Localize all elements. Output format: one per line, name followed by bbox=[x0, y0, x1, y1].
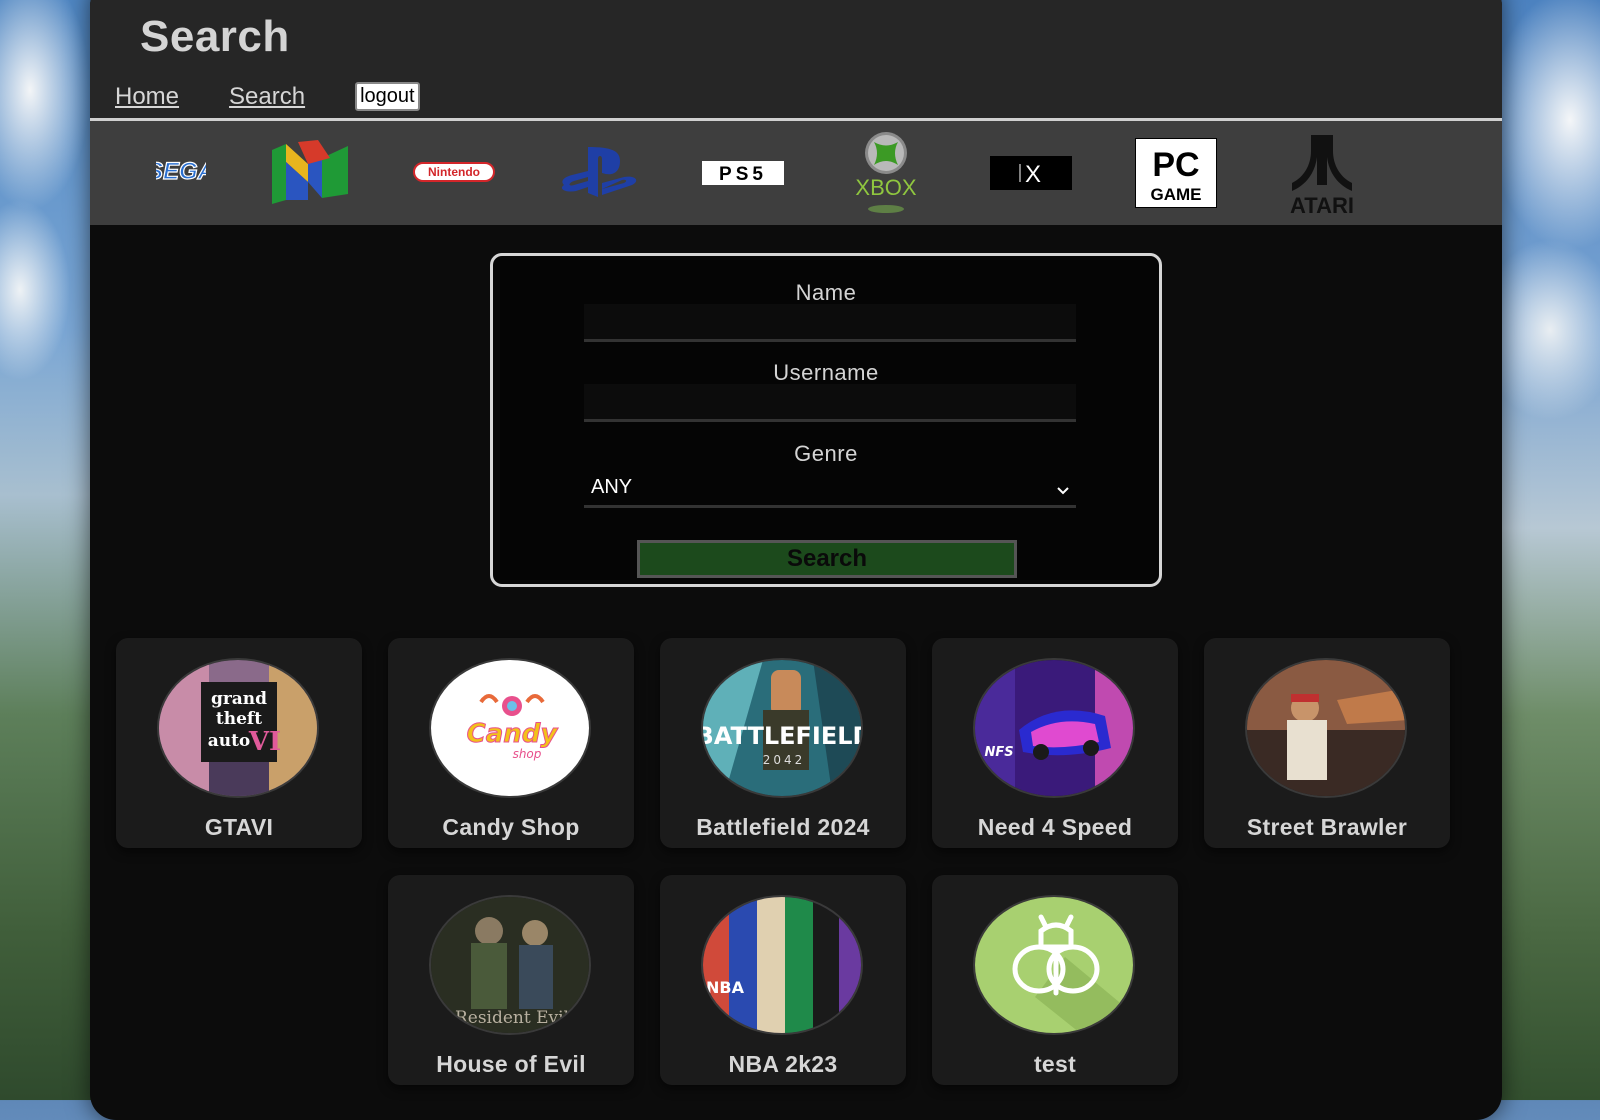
game-thumbnail-need-4-speed: NFS bbox=[973, 658, 1135, 798]
pc-game-logo-text-top: PC bbox=[1152, 146, 1199, 184]
svg-text:auto: auto bbox=[208, 731, 251, 751]
sega-logo-text: SEGA bbox=[156, 158, 206, 185]
game-card-street-brawler[interactable]: Street Brawler bbox=[1204, 638, 1450, 848]
xbox-series-x-logo-icon[interactable]: X bbox=[990, 156, 1072, 190]
genre-selected-value: ANY bbox=[591, 476, 633, 498]
page-title: Search bbox=[140, 12, 290, 61]
game-thumbnail-house-of-evil: Resident Evil bbox=[429, 895, 591, 1035]
svg-text:Candy: Candy bbox=[467, 719, 559, 749]
svg-text:BATTLEFIELD: BATTLEFIELD bbox=[703, 722, 863, 750]
nintendo-logo-text: Nintendo bbox=[428, 165, 480, 179]
genre-select[interactable]: ANY bbox=[584, 468, 1076, 508]
svg-text:grand: grand bbox=[211, 689, 267, 709]
game-card-house-of-evil[interactable]: Resident Evil House of Evil bbox=[388, 875, 634, 1085]
xbox-logo-icon[interactable]: XBOX bbox=[844, 129, 928, 217]
name-input[interactable] bbox=[584, 304, 1076, 342]
pc-game-logo-icon[interactable]: PC GAME bbox=[1135, 138, 1217, 208]
game-thumbnail-street-brawler bbox=[1245, 658, 1407, 798]
search-form-card: Name Username Genre ANY Search bbox=[490, 253, 1162, 587]
game-thumbnail-test bbox=[973, 895, 1135, 1035]
atari-logo-icon[interactable]: ATARI bbox=[1280, 133, 1364, 217]
xbox-series-x-logo-text: X bbox=[1025, 161, 1041, 188]
background-landscape-left bbox=[0, 0, 96, 1100]
ps5-logo-icon[interactable]: PS5 bbox=[702, 161, 784, 185]
sega-logo-icon[interactable]: SEGA bbox=[156, 156, 206, 186]
game-title: test bbox=[1033, 1051, 1077, 1077]
game-title: Street Brawler bbox=[1246, 814, 1408, 840]
svg-text:theft: theft bbox=[216, 709, 262, 729]
game-title: GTAVI bbox=[204, 814, 274, 840]
game-card-candy-shop[interactable]: Candy shop Candy Shop bbox=[388, 638, 634, 848]
header: Search Home Search logout bbox=[90, 0, 1502, 121]
nav-link-search[interactable]: Search bbox=[229, 83, 305, 111]
svg-text:NFS: NFS bbox=[984, 745, 1013, 760]
username-label: Username bbox=[773, 360, 879, 385]
svg-text:VI: VI bbox=[248, 727, 281, 757]
game-card-gtavi[interactable]: grand theft auto VI GTAVI bbox=[116, 638, 362, 848]
username-input[interactable] bbox=[584, 384, 1076, 422]
search-submit-button[interactable]: Search bbox=[637, 540, 1017, 578]
genre-label: Genre bbox=[794, 441, 858, 466]
name-label: Name bbox=[795, 280, 857, 305]
game-title: NBA 2k23 bbox=[728, 1051, 838, 1077]
game-title: House of Evil bbox=[436, 1051, 586, 1077]
logout-button[interactable]: logout bbox=[355, 82, 420, 111]
ps5-logo-text: PS5 bbox=[719, 164, 767, 185]
svg-text:NBA: NBA bbox=[706, 978, 745, 997]
game-thumbnail-battlefield: BATTLEFIELD 2042 bbox=[701, 658, 863, 798]
pc-game-logo-text-bottom: GAME bbox=[1151, 185, 1202, 204]
playstation-logo-icon[interactable] bbox=[558, 143, 642, 201]
game-card-test[interactable]: test bbox=[932, 875, 1178, 1085]
game-card-nba-2k23[interactable]: NBA NBA 2k23 bbox=[660, 875, 906, 1085]
n64-logo-icon[interactable] bbox=[268, 138, 352, 206]
xbox-logo-text: XBOX bbox=[855, 175, 916, 200]
app-window: Search Home Search logout SEGA bbox=[90, 0, 1502, 1120]
game-card-need-4-speed[interactable]: NFS Need 4 Speed bbox=[932, 638, 1178, 848]
game-card-battlefield-2024[interactable]: BATTLEFIELD 2042 Battlefield 2024 bbox=[660, 638, 906, 848]
game-thumbnail-candy-shop: Candy shop bbox=[429, 658, 591, 798]
game-thumbnail-nba-2k23: NBA bbox=[701, 895, 863, 1035]
nintendo-logo-icon[interactable]: Nintendo bbox=[412, 161, 496, 183]
game-title: Need 4 Speed bbox=[977, 814, 1133, 840]
game-thumbnail-gtavi: grand theft auto VI bbox=[157, 658, 319, 798]
nav-link-home[interactable]: Home bbox=[115, 83, 179, 111]
nav-bar: Home Search logout bbox=[115, 82, 420, 111]
svg-text:2042: 2042 bbox=[763, 753, 806, 767]
svg-text:Resident Evil: Resident Evil bbox=[455, 1008, 569, 1028]
game-title: Battlefield 2024 bbox=[696, 814, 870, 840]
chevron-down-icon bbox=[1056, 482, 1070, 500]
svg-text:shop: shop bbox=[513, 747, 542, 761]
game-title: Candy Shop bbox=[442, 814, 580, 840]
atari-logo-text: ATARI bbox=[1290, 193, 1354, 217]
platform-bar: SEGA Nintendo bbox=[90, 121, 1502, 225]
